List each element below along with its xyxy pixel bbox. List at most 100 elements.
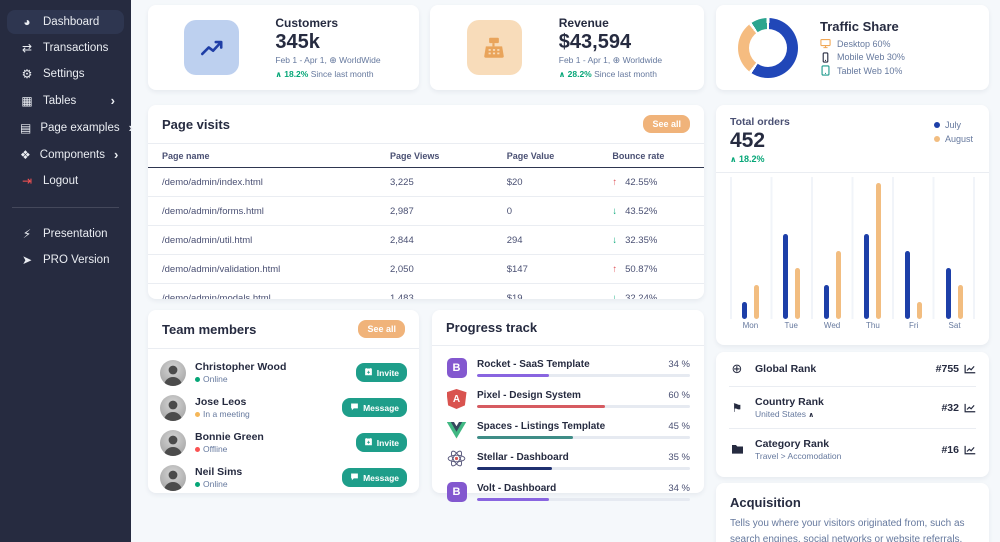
sidebar-nav: ◕ Dashboard ⇄ Transactions ⚙ Settings ▦ … <box>0 10 131 193</box>
avatar <box>160 360 186 386</box>
revenue-delta: ∧ 28.2% Since last month <box>559 69 704 79</box>
legend-item: August <box>934 134 973 144</box>
folder-icon <box>729 443 745 457</box>
team-member-status: Online <box>195 374 347 384</box>
chevron-right-icon: › <box>114 147 118 162</box>
sidebar-item-presentation[interactable]: ⚡ Presentation <box>7 222 124 246</box>
globe-icon: ⊕ <box>329 55 337 65</box>
team-member-info: Christopher Wood Online <box>195 361 347 384</box>
progress-track-list: B Rocket - SaaS Template 34 % A Pixel - … <box>432 346 704 508</box>
invite-button[interactable]: Invite <box>356 433 407 452</box>
progress-bar-track <box>477 436 690 440</box>
sidebar-item-label: Presentation <box>43 228 117 240</box>
stat-cards-row: Customers 345k Feb 1 - Apr 1, ⊕ WorldWid… <box>148 5 704 90</box>
sidebar-item-page-examples[interactable]: ▤ Page examples › <box>7 115 124 140</box>
list-item: Christopher Wood Online Invite <box>160 355 407 390</box>
rank-subtitle: United States ∧ <box>755 409 931 419</box>
caret-up-icon: ∧ <box>559 70 566 79</box>
react-icon <box>446 449 467 473</box>
progress-item-icon: B <box>446 482 467 502</box>
team-member-status: Online <box>195 479 333 489</box>
chevron-right-icon: › <box>129 120 133 135</box>
table-icon: ▦ <box>20 94 34 108</box>
legend-dot <box>934 136 940 142</box>
globe-icon: ⊕ <box>613 55 621 65</box>
progress-bar-track <box>477 405 690 409</box>
team-members-title: Team members <box>162 322 256 337</box>
revenue-title: Revenue <box>559 16 704 30</box>
progress-bar-fill <box>477 436 573 440</box>
page-views-cell: 3,225 <box>376 168 493 197</box>
list-item: Bonnie Green Offline Invite <box>160 425 407 460</box>
traffic-legend-label: Tablet Web 10% <box>837 66 902 76</box>
rank-title: Country Rank <box>755 396 931 408</box>
customers-value: 345k <box>275 31 419 54</box>
page-name-cell: /demo/admin/util.html <box>148 226 376 255</box>
message-button[interactable]: Message <box>342 398 407 417</box>
team-member-name: Christopher Wood <box>195 361 347 373</box>
rank-item: ⊕ Global Rank #755 <box>729 352 976 387</box>
column-header: Page Value <box>493 144 599 168</box>
team-member-info: Neil Sims Online <box>195 466 333 489</box>
revenue-card: Revenue $43,594 Feb 1 - Apr 1, ⊕ Worldwi… <box>430 5 704 90</box>
calendar-plus-icon <box>364 367 373 378</box>
bar-group <box>905 183 922 319</box>
progress-item-body: Stellar - Dashboard 35 % <box>477 452 690 471</box>
invite-button[interactable]: Invite <box>356 363 407 382</box>
sidebar-item-label: Logout <box>43 175 117 187</box>
total-orders-header: Total orders 452 ∧ 18.2% July August <box>716 105 989 173</box>
sidebar-item-logout[interactable]: ⇥ Logout <box>7 169 124 193</box>
bar-august <box>795 268 800 319</box>
rank-value: #755 <box>936 363 976 375</box>
page-visits-header: Page visits See all <box>148 105 704 144</box>
x-axis-label: Wed <box>812 321 852 330</box>
chat-icon <box>350 402 359 413</box>
bounce-rate-cell: ↓32.35% <box>598 226 704 255</box>
page-visits-see-all-button[interactable]: See all <box>643 115 690 133</box>
acquisition-title: Acquisition <box>730 495 975 510</box>
rank-info: Category Rank Travel > Accomodation <box>755 438 931 461</box>
page-name-cell: /demo/admin/modals.html <box>148 284 376 300</box>
progress-item-icon <box>446 420 467 440</box>
sidebar-item-pro-version[interactable]: ➤ PRO Version <box>7 248 124 272</box>
sidebar-item-components[interactable]: ❖ Components › <box>7 142 124 167</box>
sidebar-item-dashboard[interactable]: ◕ Dashboard <box>7 10 124 34</box>
traffic-legend-label: Mobile Web 30% <box>837 52 905 62</box>
sidebar-item-label: Settings <box>43 68 117 80</box>
page-name-cell: /demo/admin/validation.html <box>148 255 376 284</box>
ranks-list: ⊕ Global Rank #755 ⚑ Country Rank United… <box>729 352 976 470</box>
orders-bar-chart-labels: MonTueWedThuFriSat <box>730 321 975 330</box>
progress-item-body: Spaces - Listings Template 45 % <box>477 421 690 440</box>
traffic-legend: Desktop 60% Mobile Web 30% Tablet Web 10… <box>820 38 905 76</box>
caret-up-icon: ∧ <box>808 412 814 419</box>
bar-july <box>742 302 747 319</box>
message-button[interactable]: Message <box>342 468 407 487</box>
traffic-legend-item: Tablet Web 10% <box>820 65 905 76</box>
gear-icon: ⚙ <box>20 67 34 81</box>
progress-item-label: Stellar - Dashboard <box>477 452 569 463</box>
bar-august <box>917 302 922 319</box>
transactions-icon: ⇄ <box>20 41 34 55</box>
team-member-name: Neil Sims <box>195 466 333 478</box>
table-row: /demo/admin/modals.html 1,483 $19 ↓32.24… <box>148 284 704 300</box>
page-visits-table: Page namePage ViewsPage ValueBounce rate… <box>148 144 704 299</box>
progress-item-percent: 35 % <box>668 452 690 463</box>
progress-bar-fill <box>477 374 549 378</box>
status-dot <box>195 412 200 417</box>
sidebar-item-tables[interactable]: ▦ Tables › <box>7 88 124 113</box>
sidebar-item-transactions[interactable]: ⇄ Transactions <box>7 36 124 60</box>
chart-icon <box>964 445 976 455</box>
progress-item-percent: 60 % <box>668 390 690 401</box>
total-orders-label: Total orders <box>730 116 790 128</box>
page-views-cell: 2,844 <box>376 226 493 255</box>
page-views-cell: 1,483 <box>376 284 493 300</box>
progress-bar-track <box>477 374 690 378</box>
bar-group <box>742 183 759 319</box>
team-see-all-button[interactable]: See all <box>358 320 405 338</box>
flag-icon: ⚑ <box>729 401 745 415</box>
table-row: /demo/admin/forms.html 2,987 0 ↓43.52% <box>148 197 704 226</box>
column-header: Page Views <box>376 144 493 168</box>
team-members-card: Team members See all Christopher Wood On… <box>148 310 419 493</box>
sidebar-item-settings[interactable]: ⚙ Settings <box>7 62 124 86</box>
avatar <box>160 430 186 456</box>
